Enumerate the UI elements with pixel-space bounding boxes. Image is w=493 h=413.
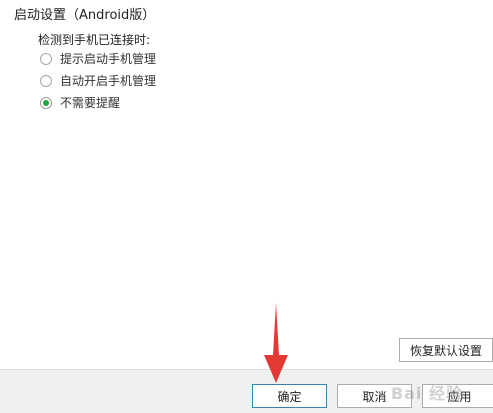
radio-option-prompt[interactable]: 提示启动手机管理: [40, 50, 156, 67]
red-arrow-annotation: [264, 303, 288, 383]
radio-button[interactable]: [40, 52, 52, 65]
radio-option-no-remind[interactable]: 不需要提醒: [40, 94, 120, 111]
ok-button[interactable]: 确定: [252, 384, 327, 408]
radio-option-auto-open[interactable]: 自动开启手机管理: [40, 72, 156, 89]
arrow-shape: [264, 303, 288, 383]
radio-button[interactable]: [40, 74, 52, 87]
radio-label: 自动开启手机管理: [60, 74, 157, 88]
radio-label: 提示启动手机管理: [60, 52, 157, 66]
restore-default-button[interactable]: 恢复默认设置: [399, 338, 493, 362]
group-label: 检测到手机已连接时:: [38, 33, 151, 47]
radio-label: 不需要提醒: [60, 96, 121, 110]
radio-button-selected[interactable]: [40, 96, 52, 109]
watermark: Bai 经验: [390, 384, 463, 403]
section-title: 启动设置（Android版）: [14, 8, 156, 23]
